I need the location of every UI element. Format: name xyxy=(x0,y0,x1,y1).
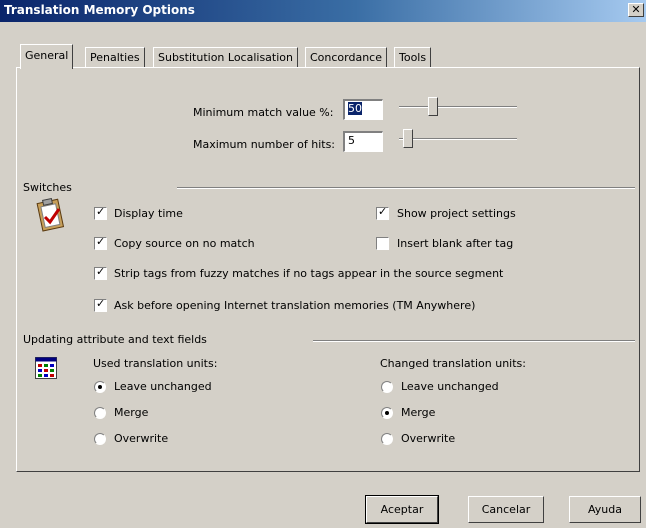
used-leave-unchanged-radio[interactable] xyxy=(94,381,106,393)
used-overwrite-label[interactable]: Overwrite xyxy=(114,432,168,445)
clipboard-check-icon xyxy=(36,198,65,232)
used-units-heading: Used translation units: xyxy=(93,357,218,370)
help-button[interactable]: Ayuda xyxy=(569,496,641,523)
changed-merge-radio[interactable] xyxy=(381,407,393,419)
used-merge-radio[interactable] xyxy=(94,407,106,419)
general-tab-panel: Minimum match value %: 50 Maximum number… xyxy=(16,67,640,472)
switches-divider xyxy=(177,187,635,189)
updating-heading: Updating attribute and text fields xyxy=(23,333,207,346)
show-project-settings-checkbox[interactable]: ✓ xyxy=(376,205,389,220)
changed-leave-unchanged-radio[interactable] xyxy=(381,381,393,393)
min-match-label: Minimum match value %: xyxy=(193,106,334,119)
copy-source-label[interactable]: Copy source on no match xyxy=(114,237,255,250)
max-hits-label: Maximum number of hits: xyxy=(193,138,336,151)
used-leave-unchanged-label[interactable]: Leave unchanged xyxy=(114,380,212,393)
tab-concordance[interactable]: Concordance xyxy=(305,47,387,68)
tab-penalties[interactable]: Penalties xyxy=(85,47,145,68)
min-match-input[interactable]: 50 xyxy=(343,99,383,120)
updating-divider xyxy=(313,340,635,342)
changed-overwrite-label[interactable]: Overwrite xyxy=(401,432,455,445)
display-time-label[interactable]: Display time xyxy=(114,207,183,220)
strip-tags-label[interactable]: Strip tags from fuzzy matches if no tags… xyxy=(114,267,503,280)
tab-substitution-localisation[interactable]: Substitution Localisation xyxy=(153,47,298,68)
changed-merge-label[interactable]: Merge xyxy=(401,406,435,419)
changed-units-heading: Changed translation units: xyxy=(380,357,526,370)
ask-before-opening-checkbox[interactable]: ✓ xyxy=(94,297,107,312)
used-overwrite-radio[interactable] xyxy=(94,433,106,445)
insert-blank-checkbox[interactable] xyxy=(376,237,389,250)
min-match-slider-track xyxy=(399,106,517,108)
ok-button[interactable]: Aceptar xyxy=(365,495,439,524)
switches-heading: Switches xyxy=(23,181,72,194)
translation-memory-options-dialog: Translation Memory Options ✕ General Pen… xyxy=(0,0,646,528)
max-hits-slider-thumb[interactable] xyxy=(403,129,413,148)
insert-blank-label[interactable]: Insert blank after tag xyxy=(397,237,513,250)
tab-tools[interactable]: Tools xyxy=(394,47,432,68)
cancel-button[interactable]: Cancelar xyxy=(468,496,544,523)
show-project-settings-label[interactable]: Show project settings xyxy=(397,207,516,220)
tab-general[interactable]: General xyxy=(20,44,74,69)
title-bar[interactable]: Translation Memory Options ✕ xyxy=(0,0,646,22)
display-time-checkbox[interactable]: ✓ xyxy=(94,205,107,220)
strip-tags-checkbox[interactable]: ✓ xyxy=(94,265,107,280)
close-icon[interactable]: ✕ xyxy=(628,3,644,17)
used-merge-label[interactable]: Merge xyxy=(114,406,148,419)
copy-source-checkbox[interactable]: ✓ xyxy=(94,235,107,250)
changed-leave-unchanged-label[interactable]: Leave unchanged xyxy=(401,380,499,393)
max-hits-input[interactable]: 5 xyxy=(343,131,383,152)
max-hits-slider-track xyxy=(399,138,517,140)
changed-overwrite-radio[interactable] xyxy=(381,433,393,445)
grid-table-icon xyxy=(35,357,57,379)
ask-before-opening-label[interactable]: Ask before opening Internet translation … xyxy=(114,299,475,312)
min-match-slider-thumb[interactable] xyxy=(428,97,438,116)
window-title: Translation Memory Options xyxy=(4,3,195,17)
